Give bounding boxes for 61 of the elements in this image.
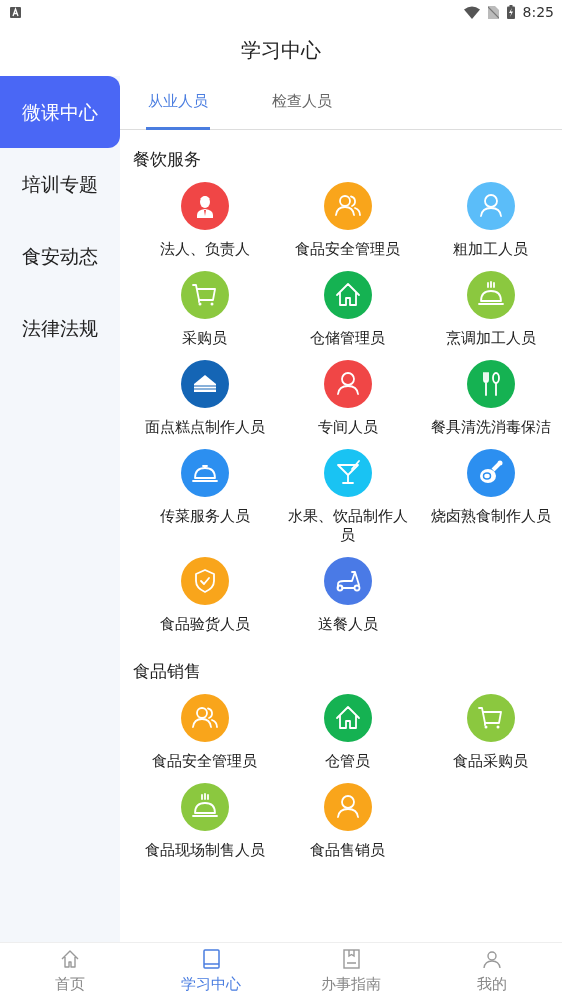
role-label: 烹调加工人员 [445,329,536,348]
role-label: 面点糕点制作人员 [144,418,265,437]
role-label: 食品售销员 [310,841,385,860]
nav-tab[interactable]: 办事指南 [281,943,422,1001]
sidebar-item[interactable]: 食安动态 [0,220,120,292]
role-label: 专间人员 [317,418,378,437]
tab[interactable]: 从业人员 [146,76,210,130]
role-label: 仓管员 [325,752,370,771]
house-icon[interactable] [323,694,372,742]
house-icon[interactable] [323,271,372,319]
food-cover-icon[interactable] [180,449,229,497]
role-label: 水果、饮品制作人员 [286,507,409,545]
sidebar-item[interactable]: 培训专题 [0,148,120,220]
nav-tab[interactable]: 学习中心 [140,943,281,1001]
nav-tab[interactable]: 我的 [421,943,562,1001]
document-icon [340,948,363,971]
role-label: 食品采购员 [453,752,528,771]
no-sim-icon [487,5,499,19]
nav-label: 我的 [476,974,507,996]
person-icon[interactable] [466,182,515,230]
food-cover-icon[interactable] [180,783,229,831]
section-title: 食品销售 [133,660,202,683]
cart-icon[interactable] [466,694,515,742]
role-label: 食品安全管理员 [152,752,257,771]
sidebar-item[interactable]: 微课中心 [0,76,120,148]
nav-label: 学习中心 [180,974,241,996]
section-title: 餐饮服务 [133,148,202,171]
people-icon[interactable] [180,694,229,742]
utensils-icon[interactable] [466,360,515,408]
clock-time: 8:25 [522,2,554,22]
role-label: 仓储管理员 [310,329,385,348]
page-title: 学习中心 [241,37,321,64]
manager-icon[interactable] [180,182,229,230]
nav-tab[interactable]: 首页 [0,943,141,1001]
user-icon [480,948,503,971]
notification-icon [10,6,21,18]
sidebar-item[interactable]: 法律法规 [0,292,120,364]
people-icon[interactable] [323,182,372,230]
battery-icon [506,5,515,19]
person-icon[interactable] [323,783,372,831]
scooter-icon[interactable] [323,557,372,605]
role-label: 烧卤熟食制作人员 [430,507,551,526]
role-label: 送餐人员 [317,615,378,634]
role-label: 餐具清洗消毒保洁 [430,418,551,437]
food-cover-icon[interactable] [466,271,515,319]
role-label: 食品现场制售人员 [144,841,265,860]
person-icon[interactable] [323,360,372,408]
role-label: 食品验货人员 [159,615,250,634]
cake-icon[interactable] [180,360,229,408]
role-label: 法人、负责人 [159,240,250,259]
cocktail-icon[interactable] [323,449,372,497]
role-label: 食品安全管理员 [295,240,400,259]
wifi-icon [463,5,480,19]
nav-label: 办事指南 [321,974,382,996]
tab[interactable]: 检查人员 [270,76,334,130]
role-label: 传菜服务人员 [159,507,250,526]
shield-check-icon[interactable] [180,557,229,605]
role-label: 采购员 [182,329,227,348]
role-label: 粗加工人员 [453,240,528,259]
cart-icon[interactable] [180,271,229,319]
nav-label: 首页 [55,974,86,996]
